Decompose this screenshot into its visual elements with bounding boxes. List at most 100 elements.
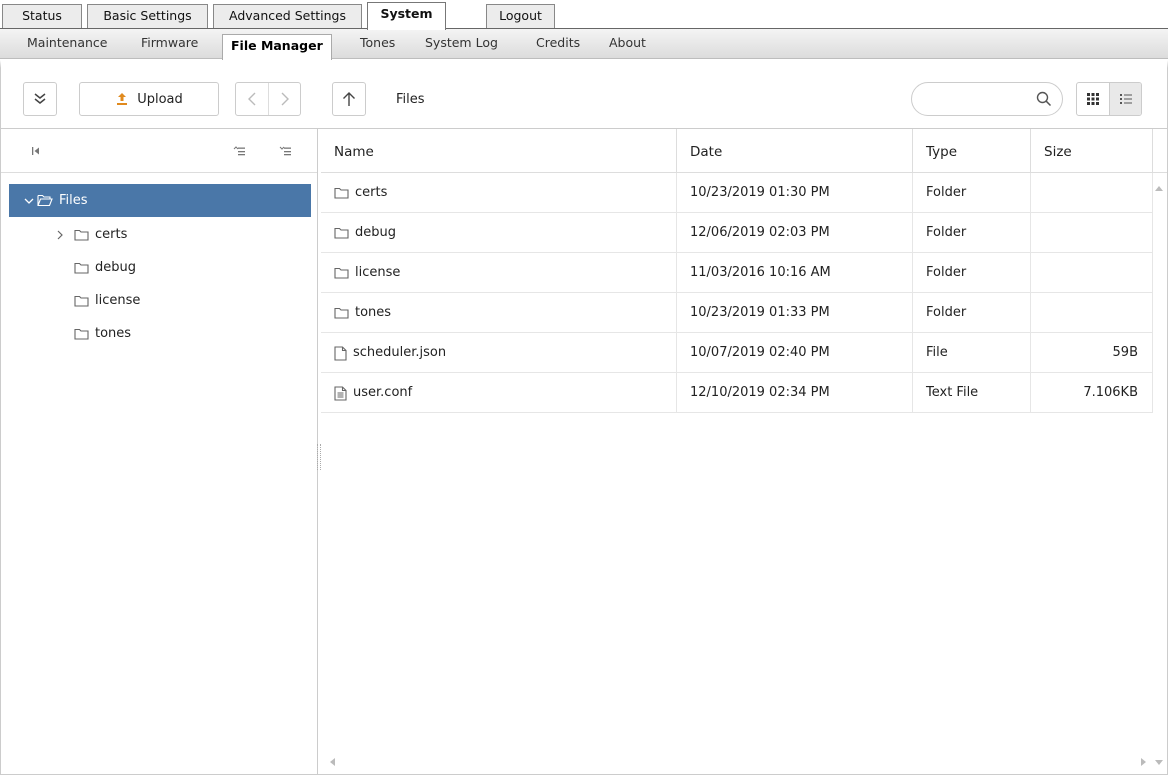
cell-name: user.conf xyxy=(321,373,677,413)
tree-item-debug[interactable]: debug xyxy=(68,251,136,284)
tree-item-certs[interactable]: certs xyxy=(52,218,127,251)
cell-size xyxy=(1031,253,1153,293)
upload-icon xyxy=(117,93,128,105)
scroll-down-arrow[interactable] xyxy=(1155,755,1163,770)
tab-basic-settings[interactable]: Basic Settings xyxy=(87,4,208,28)
column-header-name[interactable]: Name xyxy=(321,129,677,173)
table-row[interactable]: certs 10/23/2019 01:30 PM Folder xyxy=(321,173,1153,213)
cell-date: 10/07/2019 02:40 PM xyxy=(677,333,913,373)
cell-type: Folder xyxy=(913,173,1031,213)
cell-type: Folder xyxy=(913,253,1031,293)
cell-size xyxy=(1031,173,1153,213)
column-header-size[interactable]: Size xyxy=(1031,129,1153,173)
cell-type: Text File xyxy=(913,373,1031,413)
subtab-maintenance[interactable]: Maintenance xyxy=(27,29,108,58)
upload-label: Upload xyxy=(137,91,183,107)
file-name: debug xyxy=(355,225,396,240)
folder-icon xyxy=(334,267,349,279)
scroll-right-arrow[interactable] xyxy=(1141,755,1147,770)
file-name: certs xyxy=(355,185,388,200)
file-name: tones xyxy=(355,305,392,320)
subtab-about[interactable]: About xyxy=(609,29,646,58)
cell-size: 7.106KB xyxy=(1031,373,1153,413)
search-input[interactable] xyxy=(911,82,1063,116)
up-directory-button[interactable] xyxy=(332,82,366,116)
folder-icon xyxy=(334,187,349,199)
collapse-toggle-button[interactable] xyxy=(23,82,57,116)
tree-item-tones[interactable]: tones xyxy=(68,317,131,350)
grid-view-button[interactable] xyxy=(1077,83,1109,115)
back-button[interactable] xyxy=(236,83,268,115)
table-row[interactable]: debug 12/06/2019 02:03 PM Folder xyxy=(321,213,1153,253)
scroll-left-arrow[interactable] xyxy=(329,755,335,770)
chevron-right-icon[interactable] xyxy=(52,230,68,240)
cell-name: certs xyxy=(321,173,677,213)
cell-date: 12/10/2019 02:34 PM xyxy=(677,373,913,413)
collapse-all-icon[interactable] xyxy=(233,145,247,160)
upload-button[interactable]: Upload xyxy=(79,82,219,116)
cell-name: license xyxy=(321,253,677,293)
cell-name: debug xyxy=(321,213,677,253)
tab-system[interactable]: System xyxy=(367,2,446,30)
file-name: user.conf xyxy=(353,385,413,400)
tree-item-license[interactable]: license xyxy=(68,284,140,317)
cell-type: Folder xyxy=(913,293,1031,333)
view-mode-group xyxy=(1076,82,1142,116)
text-file-icon xyxy=(334,385,347,401)
folder-icon xyxy=(74,262,89,274)
chevron-right-icon xyxy=(281,92,289,106)
table-row[interactable]: license 11/03/2016 10:16 AM Folder xyxy=(321,253,1153,293)
collapse-pane-icon[interactable] xyxy=(31,145,41,160)
file-name: license xyxy=(355,265,401,280)
grid-header: Name Date Type Size xyxy=(321,129,1167,173)
double-chevron-down-icon xyxy=(34,93,46,104)
cell-date: 10/23/2019 01:30 PM xyxy=(677,173,913,213)
tree-item-files[interactable]: Files xyxy=(9,184,311,217)
folder-icon xyxy=(74,229,89,241)
file-name: scheduler.json xyxy=(353,345,447,360)
forward-button[interactable] xyxy=(268,83,300,115)
search-icon xyxy=(1036,91,1052,107)
grid-view-icon xyxy=(1087,93,1099,105)
tree-item-label: certs xyxy=(95,227,128,242)
tab-advanced-settings[interactable]: Advanced Settings xyxy=(213,4,362,28)
table-row[interactable]: scheduler.json 10/07/2019 02:40 PM File 59B xyxy=(321,333,1153,373)
history-nav-group xyxy=(235,82,301,116)
column-header-type[interactable]: Type xyxy=(913,129,1031,173)
folder-icon xyxy=(334,307,349,319)
scroll-up-arrow[interactable] xyxy=(1155,180,1163,195)
cell-date: 11/03/2016 10:16 AM xyxy=(677,253,913,293)
cell-name: tones xyxy=(321,293,677,333)
cell-date: 12/06/2019 02:03 PM xyxy=(677,213,913,253)
cell-type: File xyxy=(913,333,1031,373)
table-row[interactable]: user.conf 12/10/2019 02:34 PM Text File 7.1… xyxy=(321,373,1153,413)
current-path: Files xyxy=(396,92,425,107)
folder-tree: Files certs debug license tones xyxy=(1,129,318,774)
file-grid: Name Date Type Size certs 10/23/2019 01:3… xyxy=(321,129,1167,774)
file-icon xyxy=(334,345,347,361)
list-view-button[interactable] xyxy=(1109,83,1141,115)
list-view-icon xyxy=(1119,94,1132,104)
cell-name: scheduler.json xyxy=(321,333,677,373)
cell-date: 10/23/2019 01:33 PM xyxy=(677,293,913,333)
subtab-system-log[interactable]: System Log xyxy=(425,29,498,58)
cell-type: Folder xyxy=(913,213,1031,253)
chevron-left-icon xyxy=(248,92,256,106)
cell-size: 59B xyxy=(1031,333,1153,373)
column-header-date[interactable]: Date xyxy=(677,129,913,173)
folder-icon xyxy=(334,227,349,239)
top-tab-bar: Status Basic Settings Advanced Settings … xyxy=(0,0,1168,30)
folder-icon xyxy=(74,328,89,340)
tab-logout[interactable]: Logout xyxy=(486,4,555,28)
table-row[interactable]: tones 10/23/2019 01:33 PM Folder xyxy=(321,293,1153,333)
subtab-credits[interactable]: Credits xyxy=(536,29,580,58)
tab-status[interactable]: Status xyxy=(2,4,82,28)
file-manager-body: Files certs debug license tones Name Dat… xyxy=(0,128,1168,775)
chevron-down-icon[interactable] xyxy=(21,197,37,205)
arrow-up-icon xyxy=(343,92,355,106)
subtab-tones[interactable]: Tones xyxy=(360,29,395,58)
subtab-firmware[interactable]: Firmware xyxy=(141,29,198,58)
cell-size xyxy=(1031,213,1153,253)
expand-all-icon[interactable] xyxy=(279,145,293,160)
subtab-file-manager[interactable]: File Manager xyxy=(222,34,332,60)
